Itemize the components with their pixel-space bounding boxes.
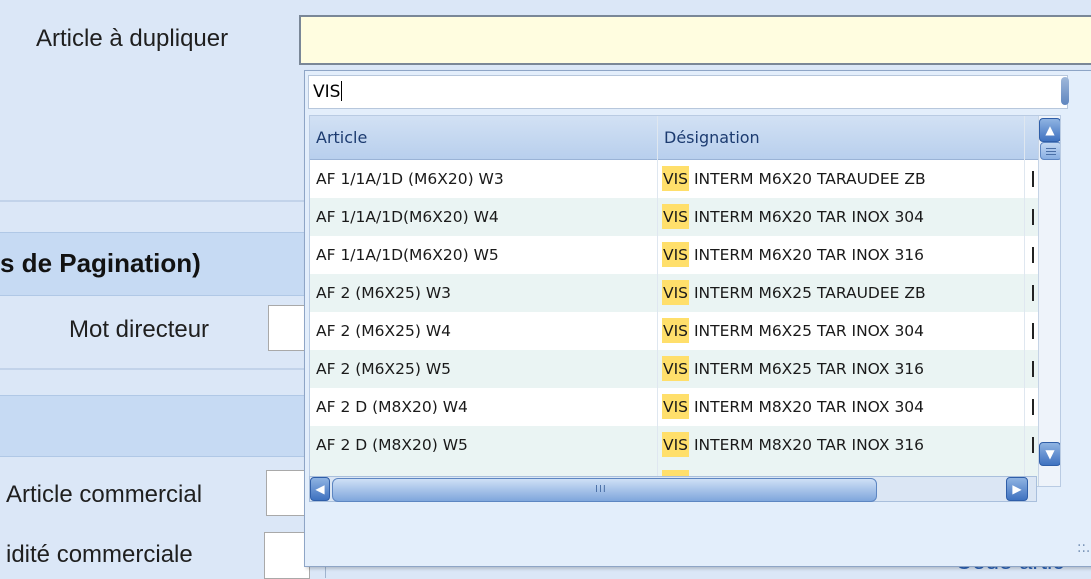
table-row[interactable]: AF 2 D (M8X20) W5 VIS INTERM M8X20 TAR IN… bbox=[310, 426, 1060, 464]
results-grid: Article Désignation AF 1/1A/1D (M6X20) W… bbox=[309, 115, 1061, 487]
chevron-left-icon[interactable]: ◀ bbox=[310, 477, 330, 501]
mot-directeur-label: Mot directeur bbox=[69, 316, 210, 343]
table-row[interactable]: AF 1/1A/1D(M6X20) W4 VIS INTERM M6X20 TAR… bbox=[310, 198, 1060, 236]
chevron-down-icon[interactable]: ▼ bbox=[1039, 442, 1060, 466]
cell-extra bbox=[1032, 285, 1034, 301]
cell-designation: VIS INTERM M6X25 TARAUDEE ZB bbox=[662, 274, 926, 312]
cell-article: AF 2 (M6X25) W3 bbox=[316, 284, 452, 302]
cell-article: AF 1/1A/1D(M6X20) W5 bbox=[316, 246, 499, 264]
cell-designation: VIS INTERM M8X20 TAR INOX 304 bbox=[662, 388, 924, 426]
cell-designation: VIS INTERM M6X20 TAR INOX 304 bbox=[662, 198, 924, 236]
cell-article: AF 1/1A/1D (M6X20) W3 bbox=[316, 170, 504, 188]
designation-text: INTERM M8X20 TAR INOX 304 bbox=[693, 398, 925, 416]
pagination-section-title: s de Pagination) bbox=[0, 248, 201, 278]
cell-extra bbox=[1032, 171, 1034, 187]
cell-extra bbox=[1032, 437, 1034, 453]
cell-extra bbox=[1032, 247, 1034, 263]
cell-designation: VIS INTERM M6X25 TAR INOX 304 bbox=[662, 312, 924, 350]
cell-extra bbox=[1032, 323, 1034, 339]
scroll-grip: III bbox=[595, 484, 607, 495]
column-header-designation[interactable]: Désignation bbox=[658, 116, 1038, 160]
validite-commerciale-label: idité commerciale bbox=[6, 541, 193, 568]
cell-article: AF 1/1A/1D(M6X20) W4 bbox=[316, 208, 499, 226]
text-caret bbox=[341, 81, 343, 101]
cell-extra bbox=[1032, 361, 1034, 377]
table-row[interactable]: AF 1/1A/1D(M6X20) W5 VIS INTERM M6X20 TAR… bbox=[310, 236, 1060, 274]
chevron-right-icon[interactable]: ▶ bbox=[1006, 477, 1028, 501]
cell-designation: VIS INTERM M6X20 TARAUDEE ZB bbox=[662, 160, 926, 198]
article-a-dupliquer-label: Article à dupliquer bbox=[36, 25, 229, 52]
match-highlight: VIS bbox=[662, 166, 690, 191]
cell-designation: VIS INTERM M6X20 TAR INOX 316 bbox=[662, 236, 924, 274]
horizontal-scrollbar[interactable]: ◀ III ▶ bbox=[309, 476, 1037, 502]
cell-extra bbox=[1032, 399, 1034, 415]
cell-article: AF 2 (M6X25) W5 bbox=[316, 360, 452, 378]
match-highlight: VIS bbox=[662, 318, 690, 343]
vertical-scrollbar[interactable]: ▲ ▼ bbox=[1038, 116, 1060, 486]
cell-article: AF 2 D (M8X20) W5 bbox=[316, 436, 468, 454]
chevron-up-icon[interactable]: ▲ bbox=[1039, 118, 1060, 142]
autocomplete-popup[interactable]: VIS Article Désignation AF 1/1A/1D (M6X2… bbox=[304, 70, 1091, 567]
article-commercial-label: Article commercial bbox=[6, 481, 203, 508]
match-highlight: VIS bbox=[662, 204, 690, 229]
designation-text: INTERM M6X20 TAR INOX 304 bbox=[693, 208, 925, 226]
designation-text: INTERM M6X20 TAR INOX 316 bbox=[693, 246, 925, 264]
table-row[interactable]: AF 2 D (M8X20) W4 VIS INTERM M8X20 TAR IN… bbox=[310, 388, 1060, 426]
table-row[interactable]: AF 2 (M6X25) W5 VIS INTERM M6X25 TAR INOX… bbox=[310, 350, 1060, 388]
match-highlight: VIS bbox=[662, 432, 690, 457]
match-highlight: VIS bbox=[662, 242, 690, 267]
table-row[interactable]: AF 1/1A/1D (M6X20) W3 VIS INTERM M6X20 TA… bbox=[310, 160, 1060, 198]
horizontal-scroll-thumb[interactable]: III bbox=[332, 478, 877, 502]
search-input[interactable]: VIS bbox=[308, 75, 1068, 109]
match-highlight: VIS bbox=[662, 280, 690, 305]
cell-article: AF 2 D (M8X20) W4 bbox=[316, 398, 468, 416]
column-divider bbox=[1024, 116, 1025, 486]
search-scroll-handle[interactable] bbox=[1061, 77, 1069, 105]
match-highlight: VIS bbox=[662, 356, 690, 381]
designation-text: INTERM M8X20 TAR INOX 316 bbox=[693, 436, 925, 454]
designation-text: INTERM M6X25 TARAUDEE ZB bbox=[693, 284, 926, 302]
cell-designation: VIS INTERM M8X20 TAR INOX 316 bbox=[662, 426, 924, 464]
cell-designation: VIS INTERM M6X25 TAR INOX 316 bbox=[662, 350, 924, 388]
designation-text: INTERM M6X25 TAR INOX 316 bbox=[693, 360, 925, 378]
divider bbox=[0, 200, 310, 202]
resize-grip-icon[interactable]: ·· ··· bbox=[1077, 539, 1090, 559]
search-value: VIS bbox=[313, 82, 341, 102]
designation-text: INTERM M6X20 TARAUDEE ZB bbox=[693, 170, 926, 188]
designation-text: INTERM M6X25 TAR INOX 304 bbox=[693, 322, 925, 340]
vertical-scroll-thumb[interactable] bbox=[1040, 142, 1060, 160]
divider bbox=[0, 368, 310, 370]
table-row[interactable]: AF 2 (M6X25) W3 VIS INTERM M6X25 TARAUDEE… bbox=[310, 274, 1060, 312]
section-bar bbox=[0, 395, 310, 457]
column-header-article[interactable]: Article bbox=[310, 116, 658, 160]
table-row[interactable]: AF 2 (M6X25) W4 VIS INTERM M6X25 TAR INOX… bbox=[310, 312, 1060, 350]
cell-extra bbox=[1032, 209, 1034, 225]
article-a-dupliquer-field[interactable] bbox=[299, 15, 1091, 65]
cell-article: AF 2 (M6X25) W4 bbox=[316, 322, 452, 340]
column-divider bbox=[657, 116, 658, 486]
match-highlight: VIS bbox=[662, 394, 690, 419]
